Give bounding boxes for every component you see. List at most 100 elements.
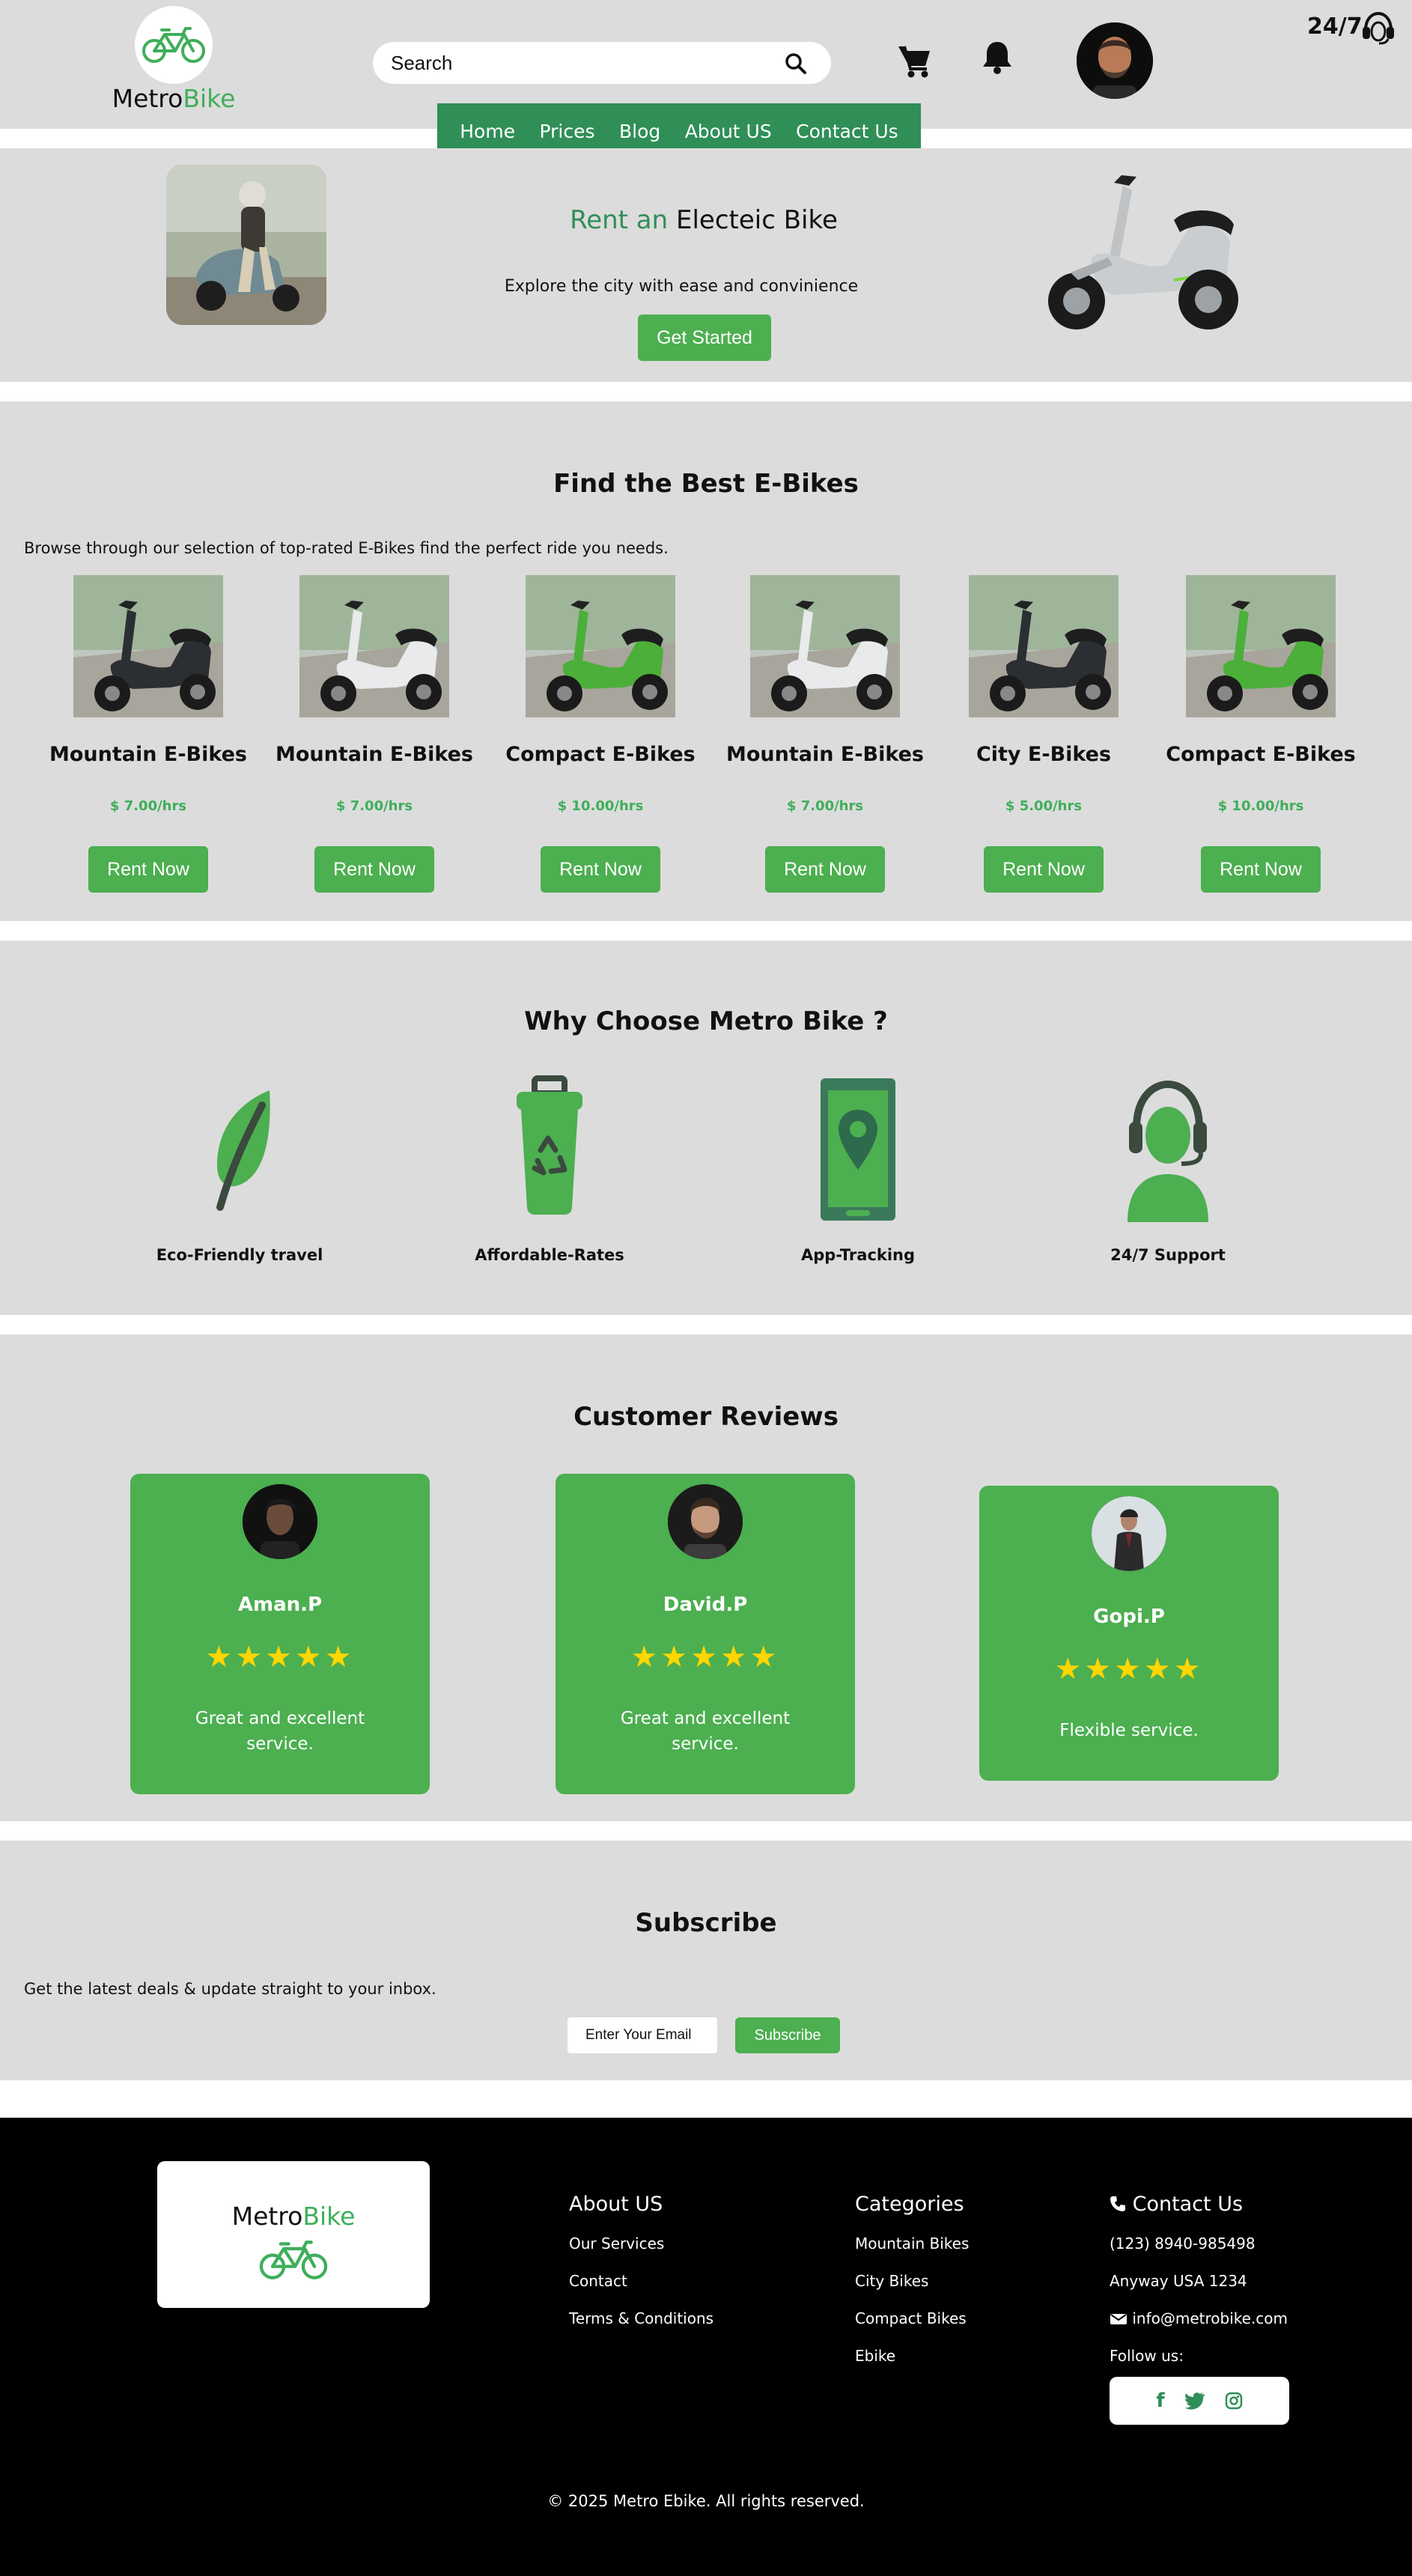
reviewer-avatar [243,1484,317,1559]
subscribe-button[interactable]: Subscribe [735,2017,840,2053]
bell-icon[interactable] [981,39,1014,75]
bike-price: $ 5.00/hrs [1005,798,1083,814]
review-card: David.P ★★★★★ Great and excellent servic… [556,1474,855,1794]
mail-icon [1110,2314,1127,2324]
footer-link-contact[interactable]: Contact [569,2271,713,2309]
why-title: Why Choose Metro Bike ? [524,1006,888,1036]
nav-blog[interactable]: Blog [619,121,660,142]
footer-link-services[interactable]: Our Services [569,2234,713,2271]
bike-name: Mountain E-Bikes [276,743,473,766]
bike-photo [73,575,223,717]
leaf-icon [216,1090,270,1211]
footer-logo-part2: Bike [302,2202,356,2231]
bike-name: Mountain E-Bikes [726,743,924,766]
reviews-title: Customer Reviews [573,1402,839,1432]
reviewer-name: Aman.P [237,1594,323,1616]
subscribe-section: Subscribe Get the latest deals & update … [0,1841,1412,2080]
nav-about[interactable]: About US [685,121,772,142]
bike-photo [969,575,1119,717]
footer-contact-column: Contact Us (123) 8940-985498 Anyway USA … [1110,2193,1288,2384]
footer-link-terms[interactable]: Terms & Conditions [569,2309,713,2346]
logo-part1: Metro [112,84,183,113]
feature-eco: Eco-Friendly travel [127,1075,352,1270]
hero-title: Rent an Electeic Bike [479,205,928,235]
footer-contact-label: Contact Us [1132,2193,1244,2216]
why-section: Why Choose Metro Bike ? Eco-Friendly tra… [0,941,1412,1315]
search-icon[interactable] [785,52,807,75]
review-text: Flexible service. [1059,1721,1199,1740]
nav-home[interactable]: Home [460,121,515,142]
review-text: Great and excellent service. [195,1709,365,1754]
user-avatar[interactable] [1077,22,1153,99]
bike-name: City E-Bikes [976,743,1112,766]
bike-card: Compact E-Bikes $ 10.00/hrs Rent Now [1148,575,1373,897]
feature-rates-label: Affordable-Rates [475,1246,624,1264]
reviewer-name: Gopi.P [1093,1606,1165,1628]
email-field[interactable] [567,2017,717,2053]
bicycle-icon [142,27,205,63]
reviewer-avatar [1092,1496,1166,1571]
bike-card: Mountain E-Bikes $ 7.00/hrs Rent Now [262,575,487,897]
footer-link-compact[interactable]: Compact Bikes [855,2309,969,2346]
bike-price: $ 7.00/hrs [109,798,187,814]
instagram-icon[interactable] [1225,2392,1243,2410]
footer-categories-title: Categories [855,2193,964,2216]
subscribe-intro: Get the latest deals & update straight t… [24,1980,436,1998]
rent-now-button[interactable]: Rent Now [314,846,434,893]
hero-scooter-image [1048,175,1238,329]
fleet-intro: Browse through our selection of top-rate… [24,539,669,557]
rating-stars: ★★★★★ [1054,1652,1204,1686]
bike-price: $ 7.00/hrs [786,798,864,814]
rating-stars: ★★★★★ [630,1640,780,1674]
rent-now-button[interactable]: Rent Now [88,846,208,893]
avatar-portrait [1077,22,1153,99]
feature-tracking-label: App-Tracking [800,1246,916,1264]
subscribe-title: Subscribe [635,1908,777,1938]
footer-logo-part1: Metro [231,2202,303,2231]
bike-card: Compact E-Bikes $ 10.00/hrs Rent Now [488,575,713,897]
rent-now-button[interactable]: Rent Now [541,846,660,893]
bicycle-icon [259,2241,328,2279]
search-input[interactable] [391,48,765,78]
twitter-icon[interactable] [1184,2392,1205,2410]
footer-email[interactable]: info@metrobike.com [1132,2309,1288,2327]
feature-support-label: 24/7 Support [1110,1246,1226,1264]
footer-logo[interactable]: MetroBike [157,2161,430,2308]
bike-card: Mountain E-Bikes $ 7.00/hrs Rent Now [713,575,937,897]
bike-card: Mountain E-Bikes $ 7.00/hrs Rent Now [36,575,261,897]
bike-name: Compact E-Bikes [1166,743,1356,766]
feature-eco-label: Eco-Friendly travel [156,1246,323,1264]
feature-rates: Affordable-Rates [437,1075,662,1270]
rent-now-button[interactable]: Rent Now [984,846,1104,893]
nav-prices[interactable]: Prices [540,121,595,142]
footer-link-ebike[interactable]: Ebike [855,2346,969,2384]
footer-link-city[interactable]: City Bikes [855,2271,969,2309]
footer-address: Anyway USA 1234 [1110,2272,1247,2290]
nav-contact[interactable]: Contact Us [796,121,898,142]
rent-now-button[interactable]: Rent Now [765,846,885,893]
fleet-title: Find the Best E-Bikes [553,469,859,499]
bike-name: Mountain E-Bikes [49,743,247,766]
reviewer-name: David.P [663,1594,748,1616]
logo-wordmark[interactable]: MetroBike [90,84,258,113]
bike-photo [526,575,675,717]
footer-link-mountain[interactable]: Mountain Bikes [855,2234,969,2271]
bike-photo [1186,575,1336,717]
bike-price: $ 10.00/hrs [1217,798,1304,814]
review-card: Gopi.P ★★★★★ Flexible service. [979,1486,1279,1781]
hero-section: Rent an Electeic Bike Explore the city w… [0,148,1412,382]
logo-badge[interactable] [135,6,213,84]
bike-name: Compact E-Bikes [505,743,696,766]
fleet-section: Find the Best E-Bikes Browse through our… [0,401,1412,921]
footer-contact-title: Contact Us [1110,2193,1288,2216]
bike-photo [750,575,900,717]
headset-icon[interactable] [1360,10,1397,45]
rent-now-button[interactable]: Rent Now [1201,846,1321,893]
bike-photo [299,575,449,717]
get-started-button[interactable]: Get Started [638,315,771,361]
footer-about-title: About US [569,2193,663,2216]
hero-rider-photo [166,165,326,325]
cart-icon[interactable] [897,43,933,78]
facebook-icon[interactable]: f [1156,2390,1164,2412]
bike-price: $ 7.00/hrs [335,798,413,814]
